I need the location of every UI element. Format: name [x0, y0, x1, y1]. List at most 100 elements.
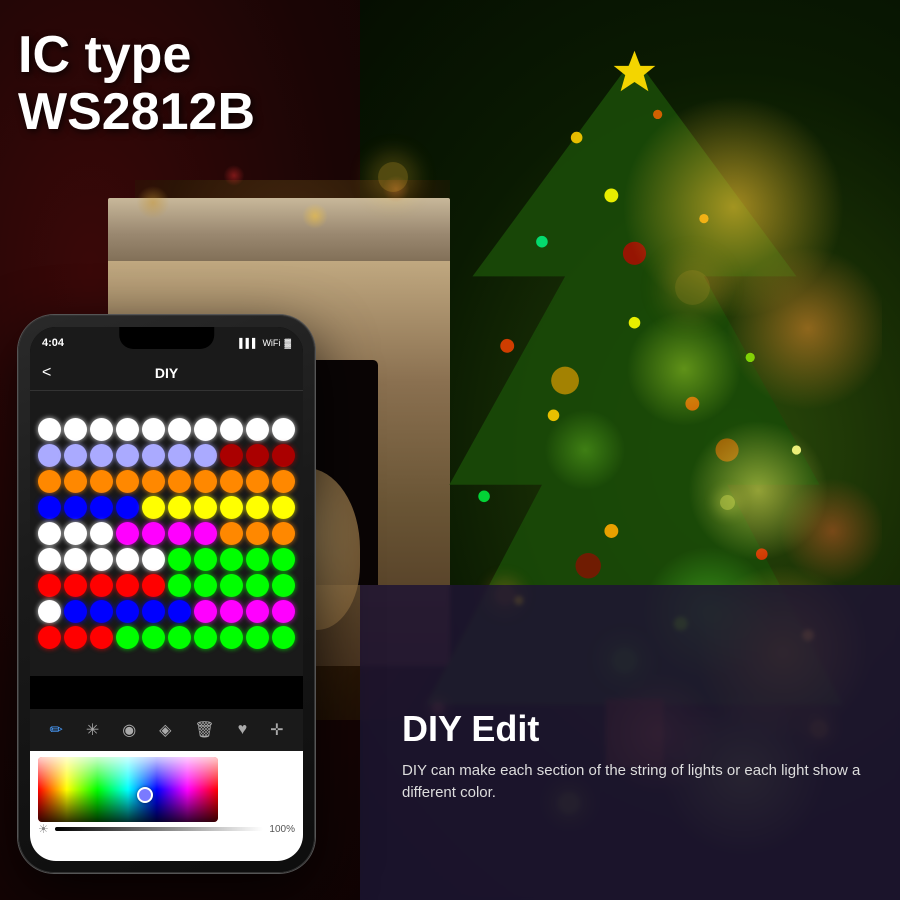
- led-dot[interactable]: [38, 418, 61, 441]
- led-grid-area[interactable]: [30, 391, 303, 676]
- led-dot[interactable]: [64, 418, 87, 441]
- led-dot[interactable]: [272, 470, 295, 493]
- led-dot[interactable]: [116, 574, 139, 597]
- led-dot[interactable]: [90, 522, 113, 545]
- led-dot[interactable]: [38, 626, 61, 649]
- led-dot[interactable]: [220, 600, 243, 623]
- led-dot[interactable]: [168, 470, 191, 493]
- led-dot[interactable]: [64, 626, 87, 649]
- led-dot[interactable]: [272, 522, 295, 545]
- led-dot[interactable]: [64, 522, 87, 545]
- led-dot[interactable]: [272, 600, 295, 623]
- led-dot[interactable]: [38, 548, 61, 571]
- led-dot[interactable]: [142, 470, 165, 493]
- led-dot[interactable]: [168, 496, 191, 519]
- led-dot[interactable]: [142, 522, 165, 545]
- led-dot[interactable]: [38, 470, 61, 493]
- led-dot[interactable]: [194, 600, 217, 623]
- led-dot[interactable]: [90, 444, 113, 467]
- led-dot[interactable]: [142, 574, 165, 597]
- led-dot[interactable]: [246, 626, 269, 649]
- led-dot[interactable]: [142, 626, 165, 649]
- led-dot[interactable]: [220, 626, 243, 649]
- led-dot[interactable]: [246, 574, 269, 597]
- led-dot[interactable]: [116, 600, 139, 623]
- led-dot[interactable]: [272, 626, 295, 649]
- move-tool[interactable]: ✛: [270, 720, 283, 740]
- led-dot[interactable]: [116, 626, 139, 649]
- led-dot[interactable]: [116, 444, 139, 467]
- led-dot[interactable]: [194, 470, 217, 493]
- led-dot[interactable]: [220, 496, 243, 519]
- led-dot[interactable]: [90, 600, 113, 623]
- led-dot[interactable]: [116, 496, 139, 519]
- led-dot[interactable]: [194, 548, 217, 571]
- led-dot[interactable]: [194, 418, 217, 441]
- led-dot[interactable]: [90, 496, 113, 519]
- led-dot[interactable]: [142, 600, 165, 623]
- led-dot[interactable]: [168, 444, 191, 467]
- led-dot[interactable]: [246, 522, 269, 545]
- led-dot[interactable]: [168, 626, 191, 649]
- color-picker[interactable]: ☀ 100%: [30, 751, 303, 861]
- brightness-bar[interactable]: [55, 827, 264, 831]
- led-dot[interactable]: [64, 444, 87, 467]
- led-dot[interactable]: [246, 600, 269, 623]
- led-dot[interactable]: [90, 574, 113, 597]
- led-dot[interactable]: [272, 574, 295, 597]
- delete-tool[interactable]: 🗑: [194, 720, 214, 740]
- led-dot[interactable]: [220, 470, 243, 493]
- led-dot[interactable]: [38, 600, 61, 623]
- led-dot[interactable]: [194, 496, 217, 519]
- led-dot[interactable]: [116, 522, 139, 545]
- led-dot[interactable]: [194, 444, 217, 467]
- led-dot[interactable]: [194, 522, 217, 545]
- heart-tool[interactable]: ♥: [238, 721, 248, 739]
- pencil-tool[interactable]: ✏: [49, 720, 62, 740]
- led-dot[interactable]: [38, 496, 61, 519]
- led-dot[interactable]: [90, 626, 113, 649]
- pen-tool[interactable]: ◈: [159, 720, 171, 740]
- led-dot[interactable]: [64, 600, 87, 623]
- led-dot[interactable]: [142, 418, 165, 441]
- led-dot[interactable]: [220, 548, 243, 571]
- led-dot[interactable]: [90, 548, 113, 571]
- led-dot[interactable]: [246, 496, 269, 519]
- led-dot[interactable]: [220, 574, 243, 597]
- led-dot[interactable]: [220, 522, 243, 545]
- led-dot[interactable]: [90, 470, 113, 493]
- led-dot[interactable]: [90, 418, 113, 441]
- led-dot[interactable]: [168, 548, 191, 571]
- fill-tool[interactable]: ◉: [122, 720, 136, 740]
- led-dot[interactable]: [64, 574, 87, 597]
- led-dot[interactable]: [246, 444, 269, 467]
- led-dot[interactable]: [246, 418, 269, 441]
- led-dot[interactable]: [64, 496, 87, 519]
- led-dot[interactable]: [272, 496, 295, 519]
- led-dot[interactable]: [38, 522, 61, 545]
- led-dot[interactable]: [142, 548, 165, 571]
- led-dot[interactable]: [38, 574, 61, 597]
- color-gradient[interactable]: [38, 757, 218, 822]
- led-dot[interactable]: [116, 418, 139, 441]
- led-dot[interactable]: [272, 444, 295, 467]
- led-dot[interactable]: [272, 418, 295, 441]
- led-dot[interactable]: [272, 548, 295, 571]
- led-dot[interactable]: [220, 418, 243, 441]
- led-dot[interactable]: [246, 470, 269, 493]
- led-dot[interactable]: [168, 600, 191, 623]
- led-dot[interactable]: [168, 522, 191, 545]
- led-dot[interactable]: [168, 574, 191, 597]
- led-dot[interactable]: [194, 574, 217, 597]
- led-dot[interactable]: [220, 444, 243, 467]
- led-dot[interactable]: [64, 470, 87, 493]
- back-button[interactable]: <: [42, 364, 51, 382]
- led-dot[interactable]: [142, 444, 165, 467]
- led-dot[interactable]: [116, 548, 139, 571]
- led-dot[interactable]: [194, 626, 217, 649]
- sparkle-tool[interactable]: ✳: [86, 720, 99, 740]
- led-dot[interactable]: [38, 444, 61, 467]
- led-dot[interactable]: [64, 548, 87, 571]
- led-dot[interactable]: [246, 548, 269, 571]
- led-dot[interactable]: [142, 496, 165, 519]
